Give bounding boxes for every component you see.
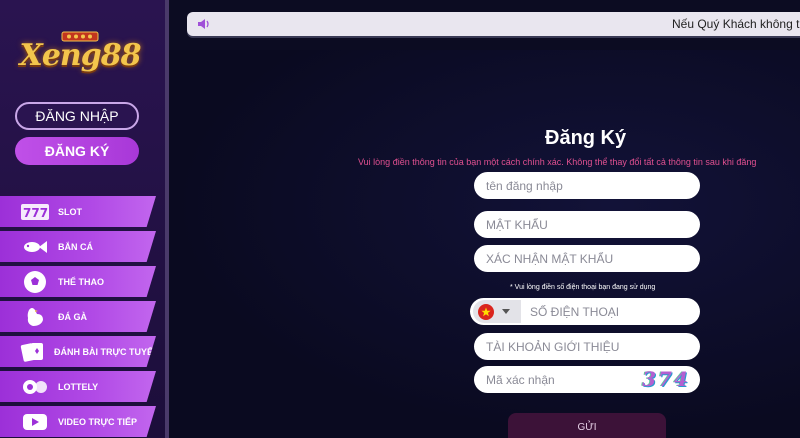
menu-label: BẮN CÁ bbox=[58, 241, 93, 252]
phone-input[interactable] bbox=[530, 298, 690, 325]
username-field bbox=[474, 172, 700, 199]
logo[interactable]: Xeng88 bbox=[8, 24, 152, 84]
vietnam-flag-icon bbox=[478, 303, 494, 320]
menu-item-lottery[interactable]: LOTTELY bbox=[0, 371, 156, 402]
confirm-password-field bbox=[474, 245, 700, 272]
form-subtitle: Vui lòng điền thông tin của bạn một cách… bbox=[358, 157, 757, 167]
username-input[interactable] bbox=[486, 172, 686, 199]
captcha-field: 374 bbox=[474, 366, 700, 393]
menu-label: THỂ THAO bbox=[58, 276, 104, 287]
menu-item-sports[interactable]: THỂ THAO bbox=[0, 266, 156, 297]
speaker-icon bbox=[198, 19, 209, 29]
phone-note: * Vui lòng điền số điện thoại bạn đang s… bbox=[510, 284, 656, 291]
slot-777-icon: 777 bbox=[20, 199, 50, 225]
password-input[interactable] bbox=[486, 211, 686, 238]
captcha-image[interactable]: 374 bbox=[638, 367, 694, 392]
referral-field bbox=[474, 333, 700, 360]
menu-label: ĐÁNH BÀI TRỰC TUYẾN bbox=[54, 346, 160, 357]
logo-text: Xeng88 bbox=[19, 38, 142, 73]
sidebar: Xeng88 ĐĂNG NHẬP ĐĂNG KÝ 777 SLOT BẮN CÁ bbox=[0, 0, 165, 438]
submit-button[interactable]: GỬI bbox=[508, 413, 666, 438]
notice-bar: Nếu Quý Khách không th bbox=[187, 12, 800, 36]
fish-icon bbox=[20, 234, 50, 260]
phone-field bbox=[470, 298, 700, 325]
captcha-input[interactable] bbox=[486, 366, 626, 393]
menu-item-cockfight[interactable]: ĐÁ GÀ bbox=[0, 301, 156, 332]
rooster-icon bbox=[20, 304, 50, 330]
playing-cards-icon bbox=[20, 339, 46, 365]
menu-label: ĐÁ GÀ bbox=[58, 311, 87, 322]
youtube-play-icon bbox=[20, 409, 50, 435]
soccer-ball-icon bbox=[20, 269, 50, 295]
page-title: Đăng Ký bbox=[545, 127, 627, 149]
svg-text:777: 777 bbox=[23, 206, 48, 220]
login-button[interactable]: ĐĂNG NHẬP bbox=[15, 102, 139, 130]
confirm-password-input[interactable] bbox=[486, 245, 686, 272]
menu-label: LOTTELY bbox=[58, 381, 99, 392]
menu-item-card-games[interactable]: ĐÁNH BÀI TRỰC TUYẾN bbox=[0, 336, 156, 367]
caret-down-icon bbox=[502, 308, 510, 314]
notice-text: Nếu Quý Khách không th bbox=[672, 17, 800, 31]
country-code-select[interactable] bbox=[473, 300, 521, 323]
menu-label: VIDEO TRỰC TIẾP bbox=[58, 416, 137, 427]
menu-item-fishing[interactable]: BẮN CÁ bbox=[0, 231, 156, 262]
referral-input[interactable] bbox=[486, 333, 686, 360]
password-field bbox=[474, 211, 700, 238]
menu-item-live-video[interactable]: VIDEO TRỰC TIẾP bbox=[0, 406, 156, 437]
menu-item-slot[interactable]: 777 SLOT bbox=[0, 196, 156, 227]
lottery-balls-icon bbox=[20, 374, 50, 400]
menu-label: SLOT bbox=[58, 206, 82, 217]
register-button[interactable]: ĐĂNG KÝ bbox=[15, 137, 139, 165]
